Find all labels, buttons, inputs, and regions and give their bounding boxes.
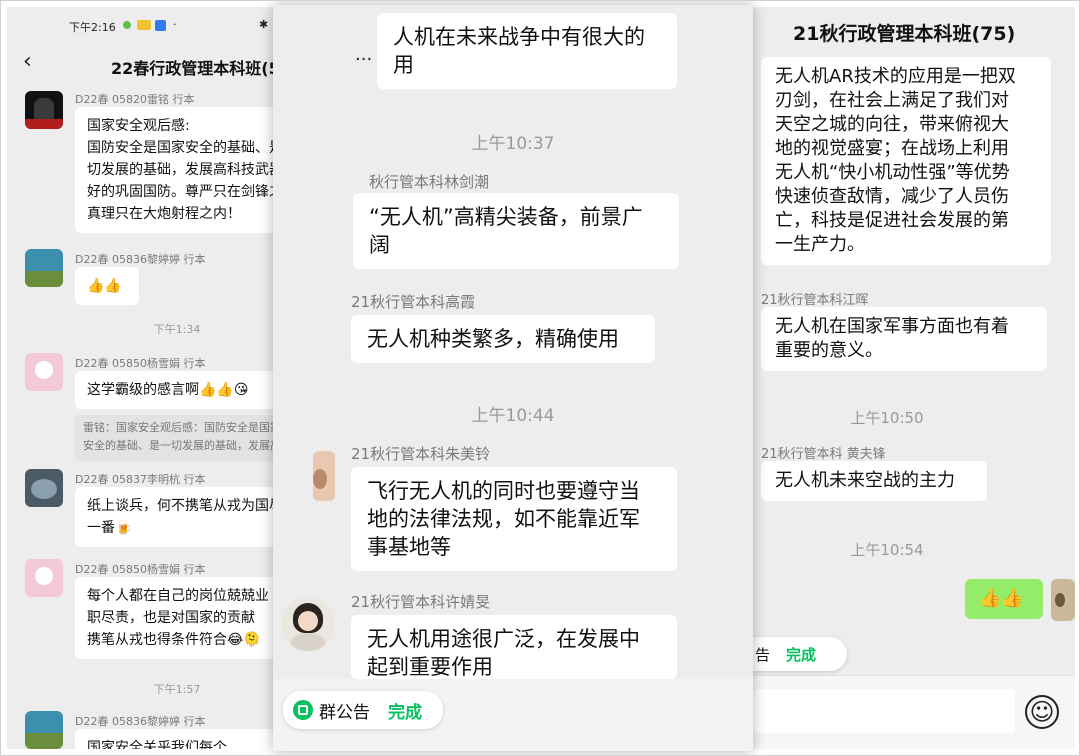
app-status-icon [155,20,166,31]
chat-title: 21秋行政管理本科班(75) [793,23,1016,45]
sender-name: D22春 05837李明杭 行本 [75,473,206,486]
sender-name: 21秋行管本科 黄夫锋 [761,447,886,462]
avatar[interactable] [313,451,335,501]
done-button[interactable]: 完成 [786,644,816,665]
message-bubble[interactable]: 无人机在国家军事方面也有着 重要的意义。 [761,307,1047,371]
message-input[interactable] [753,689,1015,733]
timestamp: 上午10:44 [471,406,555,426]
notice-label: 告 [755,645,771,664]
my-message-bubble[interactable]: 👍👍 [965,579,1043,619]
more-options-icon[interactable]: ··· [355,49,372,70]
back-chevron-icon[interactable]: ‹ [23,49,32,74]
message-bubble[interactable]: 无人机未来空战的主力 [761,461,987,501]
message-bubble[interactable]: 无人机种类繁多，精确使用 [351,315,655,363]
sender-name: 21秋行管本科许婧旻 [351,593,491,611]
avatar[interactable] [25,469,63,507]
message-bubble[interactable]: 👍👍 [75,267,139,305]
message-bubble[interactable]: 无人机AR技术的应用是一把双 刃剑，在社会上满足了我们对 天空之城的向往，带来俯… [761,57,1051,265]
message-bubble[interactable]: 人机在未来战争中有很大的 用 [377,13,677,89]
emoji-icon[interactable]: ☺ [1025,695,1059,729]
avatar[interactable] [25,559,63,597]
message-bubble[interactable]: 飞行无人机的同时也要遵守当 地的法律法规，如不能靠近军 事基地等 [351,467,677,571]
sender-name: 21秋行管本科高霞 [351,293,476,311]
notice-icon [293,700,313,720]
message-bubble[interactable]: 国家安全关乎我们每个 [75,729,275,749]
sender-name: D22春 05850杨雪娟 行本 [75,357,206,370]
screenshot-collage: 下午2:16 · ✱ ◎ ▂▄ ≋ 51 ‹ 22春行政管理本科班(54) D2… [0,0,1080,756]
sender-name: 21秋行管本科江晖 [761,293,869,308]
sender-name: 秋行管本科林剑潮 [369,173,490,191]
timestamp: 上午10:50 [850,409,924,427]
message-bubble[interactable]: 这学霸级的感言啊👍👍😘 [75,371,281,409]
notice-label: 群公告 [319,702,370,723]
message-bubble[interactable]: “无人机”高精尖装备，前景广 阔 [353,193,679,269]
sender-name: D22春 05850杨雪娟 行本 [75,563,206,576]
notification-icon [137,20,151,30]
chat-title: 22春行政管理本科班(54) [111,59,299,78]
middle-chat-screen: 人机在未来战争中有很大的 用 上午10:37 秋行管本科林剑潮 “无人机”高精尖… [273,5,753,751]
dot-icon: · [173,18,177,31]
right-chat-screen: ‹ 2 21秋行政管理本科班(75) 无人机AR技术的应用是一把双 刃剑，在社会… [699,7,1075,749]
done-button[interactable]: 完成 [388,698,422,723]
timestamp: 上午10:54 [850,541,924,559]
my-avatar[interactable] [1051,579,1075,621]
wechat-status-icon [123,21,131,29]
avatar[interactable] [281,597,335,651]
status-time: 下午2:16 [69,21,116,34]
sender-name: D22春 05836黎婷婷 行本 [75,715,206,728]
sender-name: D22春 05836黎婷婷 行本 [75,253,206,266]
sender-name: 21秋行管本科朱美铃 [351,445,491,463]
avatar[interactable] [25,353,63,391]
timestamp: 上午10:37 [471,134,555,154]
message-bubble[interactable]: 无人机用途很广泛，在发展中 起到重要作用 [351,615,677,679]
avatar[interactable] [25,711,63,749]
sender-name: D22春 05820雷铭 行本 [75,93,195,106]
group-notice-pill[interactable]: 群公告 完成 [283,691,443,729]
avatar[interactable] [25,91,63,129]
avatar[interactable] [25,249,63,287]
